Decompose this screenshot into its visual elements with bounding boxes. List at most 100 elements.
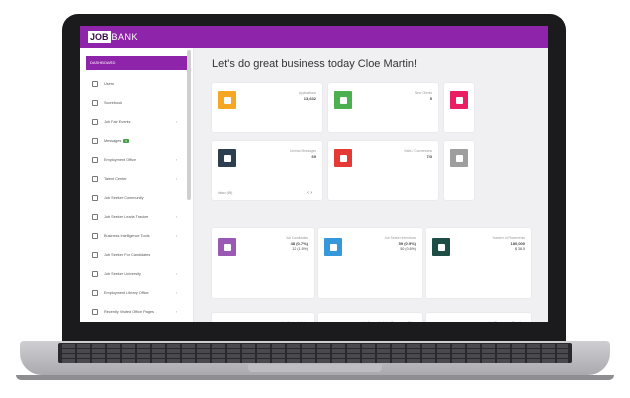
grid-icon bbox=[92, 175, 98, 182]
sidebar-menu: Users Scorebook Job Fair Events ‹ Messages 0 E… bbox=[80, 74, 193, 321]
target-icon bbox=[92, 213, 98, 220]
sidebar-item[interactable]: Talent Center ‹ bbox=[80, 169, 193, 188]
stat-card[interactable]: Unread Messages 69 Inbox (69) ‹ › bbox=[212, 141, 322, 200]
chevron-icon[interactable]: ‹ bbox=[176, 214, 177, 219]
card-value: 5 bbox=[429, 96, 432, 101]
calendar-icon bbox=[92, 80, 98, 87]
chevron-icon[interactable]: ‹ bbox=[176, 271, 177, 276]
briefcase-icon bbox=[223, 96, 231, 104]
sidebar-item[interactable]: Messages 0 bbox=[80, 131, 193, 150]
chart-icon bbox=[92, 232, 98, 239]
chevron-icon[interactable]: ‹ bbox=[176, 233, 177, 238]
card-tile bbox=[218, 91, 236, 109]
main-content: Let's do great business today Cloe Marti… bbox=[194, 48, 548, 322]
stat-card[interactable]: Number of Placements 180,000 $ 38.5 bbox=[426, 228, 531, 298]
sidebar-item-label: Business Intelligence Tools bbox=[104, 233, 150, 238]
top-bar: JOB BANK bbox=[80, 26, 548, 48]
stat-card[interactable]: Job Seeker Activity / Temporary Offers38… bbox=[318, 313, 422, 322]
sidebar-item[interactable]: Job Fair Events ‹ bbox=[80, 112, 193, 131]
stat-card[interactable]: Job Candidates 48 (0.7%) 12 (1.5%) bbox=[212, 228, 314, 298]
card-value: 69 bbox=[311, 154, 316, 159]
briefcase-icon bbox=[329, 243, 337, 251]
clock-icon bbox=[92, 308, 98, 315]
card-tile bbox=[334, 91, 352, 109]
card-label: Number of Placements bbox=[492, 236, 525, 240]
message-icon bbox=[92, 137, 98, 144]
card-tile bbox=[218, 238, 236, 256]
laptop-mockup: JOB BANK DASHBOARD Users Scorebook Job Fai… bbox=[0, 0, 630, 398]
sidebar-item[interactable]: Recently Visited Office Pages ‹ bbox=[80, 302, 193, 321]
card-value-secondary: 50 (0.6%) bbox=[400, 247, 416, 251]
book-icon bbox=[92, 289, 98, 296]
card-footer-link[interactable]: Inbox (69) bbox=[218, 191, 232, 195]
stat-card[interactable] bbox=[444, 141, 474, 200]
sidebar-item[interactable]: Users bbox=[80, 74, 193, 93]
sidebar-item-label: Employment Office bbox=[104, 157, 137, 162]
card-tile bbox=[218, 149, 236, 167]
card-value: 7/3 bbox=[426, 154, 432, 159]
sidebar-item-label: Scorebook bbox=[104, 100, 123, 105]
laptop-trackpad bbox=[248, 364, 382, 372]
card-label: Job Seeker Activity bbox=[281, 321, 308, 322]
chevron-icon[interactable]: ‹ bbox=[176, 119, 177, 124]
sidebar-item-label: Employment Library Office bbox=[104, 290, 149, 295]
card-label: Applications bbox=[298, 91, 316, 95]
logo-bank-text: BANK bbox=[111, 32, 139, 42]
door-icon bbox=[339, 154, 347, 162]
sidebar-item[interactable]: Employment Office ‹ bbox=[80, 150, 193, 169]
chevron-icon[interactable]: ‹ bbox=[176, 309, 177, 314]
stat-card[interactable]: Job Placements This Year100,000$ 38.3 bbox=[426, 313, 531, 322]
sidebar-item-label: Users bbox=[104, 81, 114, 86]
sidebar-item[interactable]: Job Seeker For Candidates bbox=[80, 245, 193, 264]
pager-arrows[interactable]: ‹ › bbox=[307, 190, 312, 196]
card-label: Visits / Conversions bbox=[404, 149, 432, 153]
chevron-icon[interactable]: ‹ bbox=[176, 176, 177, 181]
sidebar-item[interactable]: Job Seeker University ‹ bbox=[80, 264, 193, 283]
card-value-secondary: 12 (1.5%) bbox=[292, 247, 308, 251]
stat-card[interactable]: Job Seeker Activity24 (6.7%)11 (2.9%) bbox=[212, 313, 314, 322]
card-value: 59 (0.9%) bbox=[398, 241, 416, 246]
card-label: Unread Messages bbox=[290, 149, 316, 153]
shield-icon bbox=[92, 99, 98, 106]
sidebar-item[interactable]: Business Intelligence Tools ‹ bbox=[80, 226, 193, 245]
card-tile bbox=[324, 238, 342, 256]
sidebar-item[interactable]: Job Seeker Community bbox=[80, 188, 193, 207]
sidebar-item[interactable]: Employment Library Office ‹ bbox=[80, 283, 193, 302]
card-label: Job Seeker Activity / Temporary Offers bbox=[362, 321, 416, 322]
app-screen: JOB BANK DASHBOARD Users Scorebook Job Fai… bbox=[80, 26, 548, 322]
card-label: Job Candidates bbox=[285, 236, 308, 240]
sidebar-item-label: Recently Visited Office Pages bbox=[104, 309, 154, 314]
card-value: 13,632 bbox=[303, 96, 316, 101]
sidebar-item-label: Job Seeker University bbox=[104, 271, 141, 276]
list-icon bbox=[339, 96, 347, 104]
sidebar-item-label: Job Seeker Leads Tracker bbox=[104, 214, 149, 219]
sidebar-item[interactable]: Job Seeker Leads Tracker ‹ bbox=[80, 207, 193, 226]
laptop-foot bbox=[16, 375, 614, 380]
sidebar: DASHBOARD Users Scorebook Job Fair Events ‹… bbox=[80, 48, 194, 322]
star-icon bbox=[92, 194, 98, 201]
eye-icon bbox=[92, 270, 98, 277]
card-label: New Clients bbox=[414, 91, 432, 95]
chevron-icon[interactable]: ‹ bbox=[176, 157, 177, 162]
person-icon bbox=[92, 251, 98, 258]
logo-job-text: JOB bbox=[88, 31, 111, 43]
stat-card[interactable]: New Clients 5 bbox=[328, 83, 438, 132]
card-value: 180,000 bbox=[510, 241, 525, 246]
building-icon bbox=[92, 156, 98, 163]
window-icon bbox=[223, 154, 231, 162]
sidebar-scrollbar[interactable] bbox=[187, 50, 191, 200]
stat-card[interactable]: Visits / Conversions 7/3 bbox=[328, 141, 438, 200]
stat-card[interactable] bbox=[444, 83, 474, 132]
message-count-badge: 0 bbox=[123, 138, 129, 143]
chevron-icon[interactable]: ‹ bbox=[176, 290, 177, 295]
card-label: Job Placements This Year bbox=[488, 321, 525, 322]
sidebar-item-dashboard[interactable]: DASHBOARD bbox=[86, 56, 187, 70]
sidebar-item[interactable]: Scorebook bbox=[80, 93, 193, 112]
stat-card[interactable]: Applications 13,632 bbox=[212, 83, 322, 132]
app-logo[interactable]: JOB BANK bbox=[88, 31, 138, 43]
sidebar-item-label: Messages bbox=[104, 138, 122, 143]
stat-card[interactable]: Job Seeker Interviews 59 (0.9%) 50 (0.6%) bbox=[318, 228, 422, 298]
welcome-heading: Let's do great business today Cloe Marti… bbox=[212, 58, 418, 70]
monitor-icon bbox=[437, 243, 445, 251]
sidebar-item-label: Job Seeker Community bbox=[104, 195, 144, 200]
